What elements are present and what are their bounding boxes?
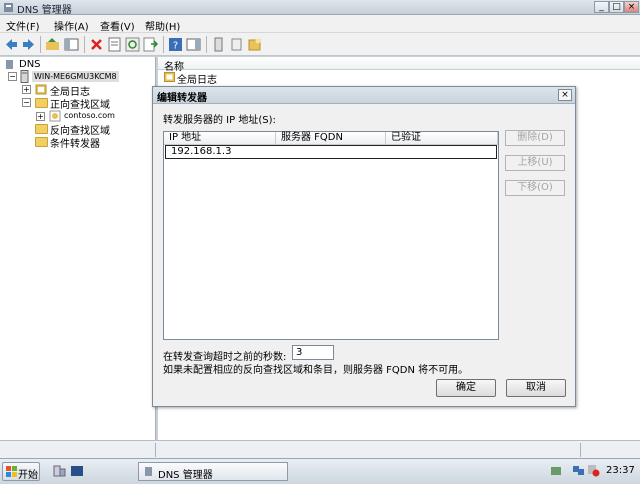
forward-arrow-icon[interactable] (21, 37, 36, 52)
console-tree: DNS − WIN-ME6GMU3KCM8 + 全局日志 − 正向查找区域 + … (0, 57, 156, 440)
collapse-toggle[interactable]: − (8, 72, 17, 81)
tray-action-center-icon[interactable] (587, 464, 600, 477)
back-arrow-icon[interactable] (4, 37, 19, 52)
status-divider (155, 443, 156, 457)
dns-icon (6, 60, 13, 69)
toolbar-separator (163, 36, 164, 53)
tree-node-zone-contoso[interactable]: contoso.com (64, 111, 115, 120)
fqdn-note: 如果未配置相应的反向查找区域和条目，则服务器 FQDN 将不可用。 (163, 365, 469, 376)
result-row-global-logs[interactable]: 全局日志 (177, 71, 217, 86)
taskbar: 开始 DNS 管理器 23:37 (0, 458, 640, 484)
toolbar-separator (84, 36, 85, 53)
start-button[interactable]: 开始 (2, 462, 40, 481)
tray-clock[interactable]: 23:37 (606, 465, 635, 476)
menu-file[interactable]: 文件(F) (4, 18, 42, 33)
log-icon (164, 72, 175, 82)
server-icon[interactable] (211, 37, 226, 52)
status-bar (0, 440, 640, 458)
forwarders-list[interactable]: IP 地址 服务器 FQDN 已验证 192.168.1.3 (163, 131, 499, 340)
column-header[interactable]: 名称 (158, 57, 640, 73)
close-button[interactable]: × (624, 1, 639, 13)
zone-icon[interactable] (229, 37, 244, 52)
tray-network-icon[interactable] (572, 464, 585, 477)
tree-node-server[interactable]: WIN-ME6GMU3KCM8 (32, 71, 119, 82)
delete-icon[interactable] (89, 37, 104, 52)
maximize-button[interactable]: □ (609, 1, 624, 13)
up-folder-icon[interactable] (45, 37, 60, 52)
show-hide-tree-icon[interactable] (64, 37, 79, 52)
dialog-close-button[interactable]: × (558, 89, 572, 101)
export-list-icon[interactable] (143, 37, 158, 52)
column-header-ip[interactable]: IP 地址 (164, 132, 276, 145)
dialog-title: 编辑转发器 (157, 93, 207, 104)
column-header-validated[interactable]: 已验证 (386, 132, 498, 145)
cancel-button[interactable]: 取消 (506, 379, 566, 397)
timeout-seconds-input[interactable]: 3 (292, 345, 334, 360)
move-up-button[interactable]: 上移(U) (505, 155, 565, 171)
delete-button[interactable]: 删除(D) (505, 130, 565, 146)
menu-bar: 文件(F) 操作(A) 查看(V) 帮助(H) (0, 15, 640, 33)
start-label: 开始 (18, 470, 38, 481)
log-icon (35, 84, 47, 95)
expand-toggle[interactable]: + (36, 112, 45, 121)
new-record-icon[interactable] (247, 37, 262, 52)
properties-icon[interactable] (107, 37, 122, 52)
ok-button[interactable]: 确定 (436, 379, 496, 397)
toolbar-separator (206, 36, 207, 53)
server-manager-icon[interactable] (52, 464, 66, 478)
windows-logo-icon (6, 466, 17, 477)
window-title-bar: DNS 管理器 _ □ × (0, 0, 640, 16)
tray-keyboard-icon[interactable] (550, 465, 562, 477)
help-icon[interactable]: ? (168, 37, 183, 52)
expand-toggle[interactable]: + (22, 85, 31, 94)
menu-help[interactable]: 帮助(H) (143, 18, 182, 33)
ip-address-edit-field[interactable]: 192.168.1.3 (165, 145, 497, 159)
svg-text:?: ? (173, 41, 178, 52)
dns-app-icon (4, 3, 13, 12)
move-down-button[interactable]: 下移(O) (505, 180, 565, 196)
tree-node-forward-zones[interactable]: 正向查找区域 (50, 96, 110, 111)
window-title: DNS 管理器 (17, 5, 72, 16)
forwarders-ip-label: 转发服务器的 IP 地址(S): (163, 115, 276, 126)
collapse-toggle[interactable]: − (22, 98, 31, 107)
menu-view[interactable]: 查看(V) (98, 18, 137, 33)
tree-node-conditional-forwarders[interactable]: 条件转发器 (50, 135, 100, 150)
folder-icon (35, 124, 48, 134)
refresh-icon[interactable] (125, 37, 140, 52)
powershell-icon[interactable] (70, 464, 84, 478)
tree-node-dns[interactable]: DNS (19, 59, 41, 70)
server-icon (20, 70, 29, 83)
status-divider (580, 443, 581, 457)
minimize-button[interactable]: _ (594, 1, 609, 13)
edit-forwarders-dialog: 编辑转发器 × 转发服务器的 IP 地址(S): IP 地址 服务器 FQDN … (152, 86, 576, 407)
toolbar: ? (0, 33, 640, 56)
dialog-title-bar: 编辑转发器 × (153, 87, 575, 104)
dns-icon (145, 467, 152, 476)
folder-icon (35, 98, 48, 108)
show-action-pane-icon[interactable] (186, 37, 201, 52)
taskbar-item-dns-manager[interactable]: DNS 管理器 (138, 462, 288, 481)
zone-icon (49, 110, 61, 122)
column-header-fqdn[interactable]: 服务器 FQDN (276, 132, 386, 145)
toolbar-separator (40, 36, 41, 53)
folder-icon (35, 137, 48, 147)
taskbar-item-label: DNS 管理器 (158, 470, 213, 481)
menu-action[interactable]: 操作(A) (52, 18, 91, 33)
